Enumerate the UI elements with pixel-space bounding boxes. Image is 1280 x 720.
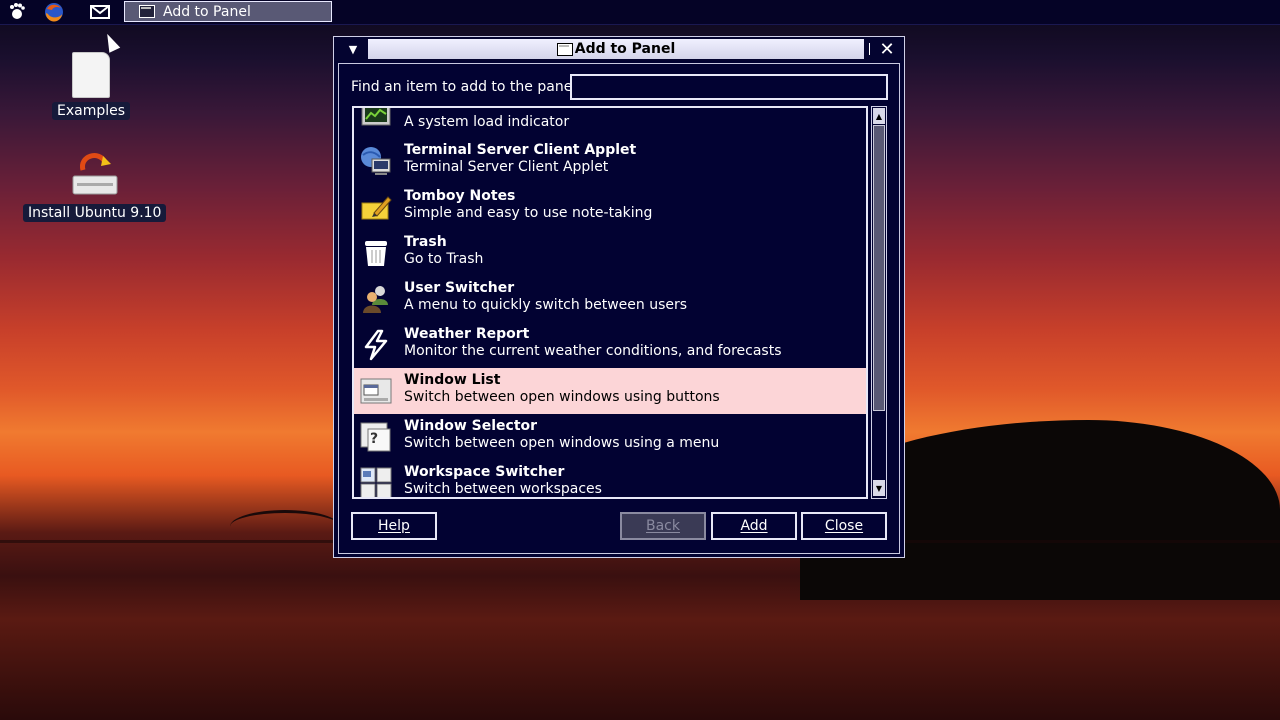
document-icon [72,52,111,98]
item-description: Go to Trash [404,251,484,267]
add-button[interactable]: Add [711,512,797,540]
search-input[interactable] [570,74,888,100]
add-button-label: Add [740,518,768,534]
window-menu-button[interactable]: ▼ [338,38,368,60]
item-title: Window List [404,372,501,388]
back-button[interactable]: Back [620,512,706,540]
firefox-icon[interactable] [43,1,65,23]
window-selector-icon: ? [360,421,392,453]
close-icon[interactable]: ✕ [876,38,898,60]
bridge-silhouette [230,510,340,543]
trash-icon [360,237,392,269]
terminal-server-icon [360,145,392,177]
mail-icon[interactable] [89,1,111,23]
add-to-panel-dialog: ▼ Add to Panel ✕ Find an item to add to … [333,36,905,558]
item-description: Switch between workspaces [404,481,602,497]
desktop-icon-label: Examples [52,102,131,120]
item-description: Monitor the current weather conditions, … [404,343,782,359]
scroll-up-arrow[interactable]: ▲ [873,108,885,124]
item-title: Terminal Server Client Applet [404,142,637,158]
svg-text:?: ? [370,431,378,447]
dialog-titlebar[interactable]: ▼ Add to Panel ✕ [334,37,904,61]
find-label-text: Find an item to add to the panel: [351,79,581,95]
list-item[interactable]: User Switcher A menu to quickly switch b… [354,276,866,322]
weather-icon [360,329,392,361]
list-scrollbar[interactable]: ▲ ▼ [871,106,887,499]
list-item[interactable]: Weather Report Monitor the current weath… [354,322,866,368]
list-item[interactable]: Terminal Server Client Applet Terminal S… [354,138,866,184]
item-description: A system load indicator [404,114,570,130]
titlebar-separator [869,43,870,55]
taskbar-button-add-to-panel[interactable]: Add to Panel [124,1,332,22]
help-button-label: Help [378,518,410,534]
item-description: A menu to quickly switch between users [404,297,688,313]
desktop-icon-install-ubuntu[interactable]: Install Ubuntu 9.10 [23,150,167,222]
item-title: User Switcher [404,280,515,296]
item-title: Workspace Switcher [404,464,565,480]
item-title: Tomboy Notes [404,188,516,204]
close-button-label: Close [824,518,864,534]
gnome-foot-icon[interactable] [6,1,28,23]
item-title: Trash [404,234,447,250]
item-description: Switch between open windows using button… [404,389,720,405]
tomboy-notes-icon [360,191,392,223]
item-description: Switch between open windows using a menu [404,435,720,451]
list-item[interactable]: Trash Go to Trash [354,230,866,276]
workspace-switcher-icon [360,467,392,497]
system-monitor-icon [360,108,392,132]
close-button[interactable]: Close [801,512,887,540]
item-list[interactable]: A system load indicator Terminal Server … [352,106,868,499]
window-list-icon [360,375,392,407]
item-title: Weather Report [404,326,530,342]
scroll-thumb[interactable] [873,125,885,411]
find-label: Find an item to add to the panel: [351,79,581,95]
list-item[interactable]: ? Window Selector Switch between open wi… [354,414,866,460]
help-button[interactable]: Help [351,512,437,540]
list-item-selected[interactable]: Window List Switch between open windows … [354,368,866,414]
dialog-title-text: Add to Panel [574,41,676,57]
top-panel: Add to Panel [0,0,1280,25]
taskbar-button-label: Add to Panel [163,3,251,20]
item-description: Terminal Server Client Applet [404,159,609,175]
desktop-icon-examples[interactable]: Examples [52,52,131,120]
scroll-down-arrow[interactable]: ▼ [873,480,885,496]
list-item[interactable]: Workspace Switcher Switch between worksp… [354,460,866,497]
item-title: Window Selector [404,418,538,434]
item-description: Simple and easy to use note-taking [404,205,653,221]
window-icon [556,42,573,56]
list-item[interactable]: A system load indicator [354,108,866,139]
mouse-cursor [101,31,121,53]
user-switcher-icon [360,283,392,315]
installer-icon [69,150,121,200]
dialog-title[interactable]: Add to Panel [368,39,864,59]
list-item[interactable]: Tomboy Notes Simple and easy to use note… [354,184,866,230]
window-icon [139,5,155,18]
back-button-label: Back [646,518,680,534]
desktop-icon-label: Install Ubuntu 9.10 [23,204,167,222]
